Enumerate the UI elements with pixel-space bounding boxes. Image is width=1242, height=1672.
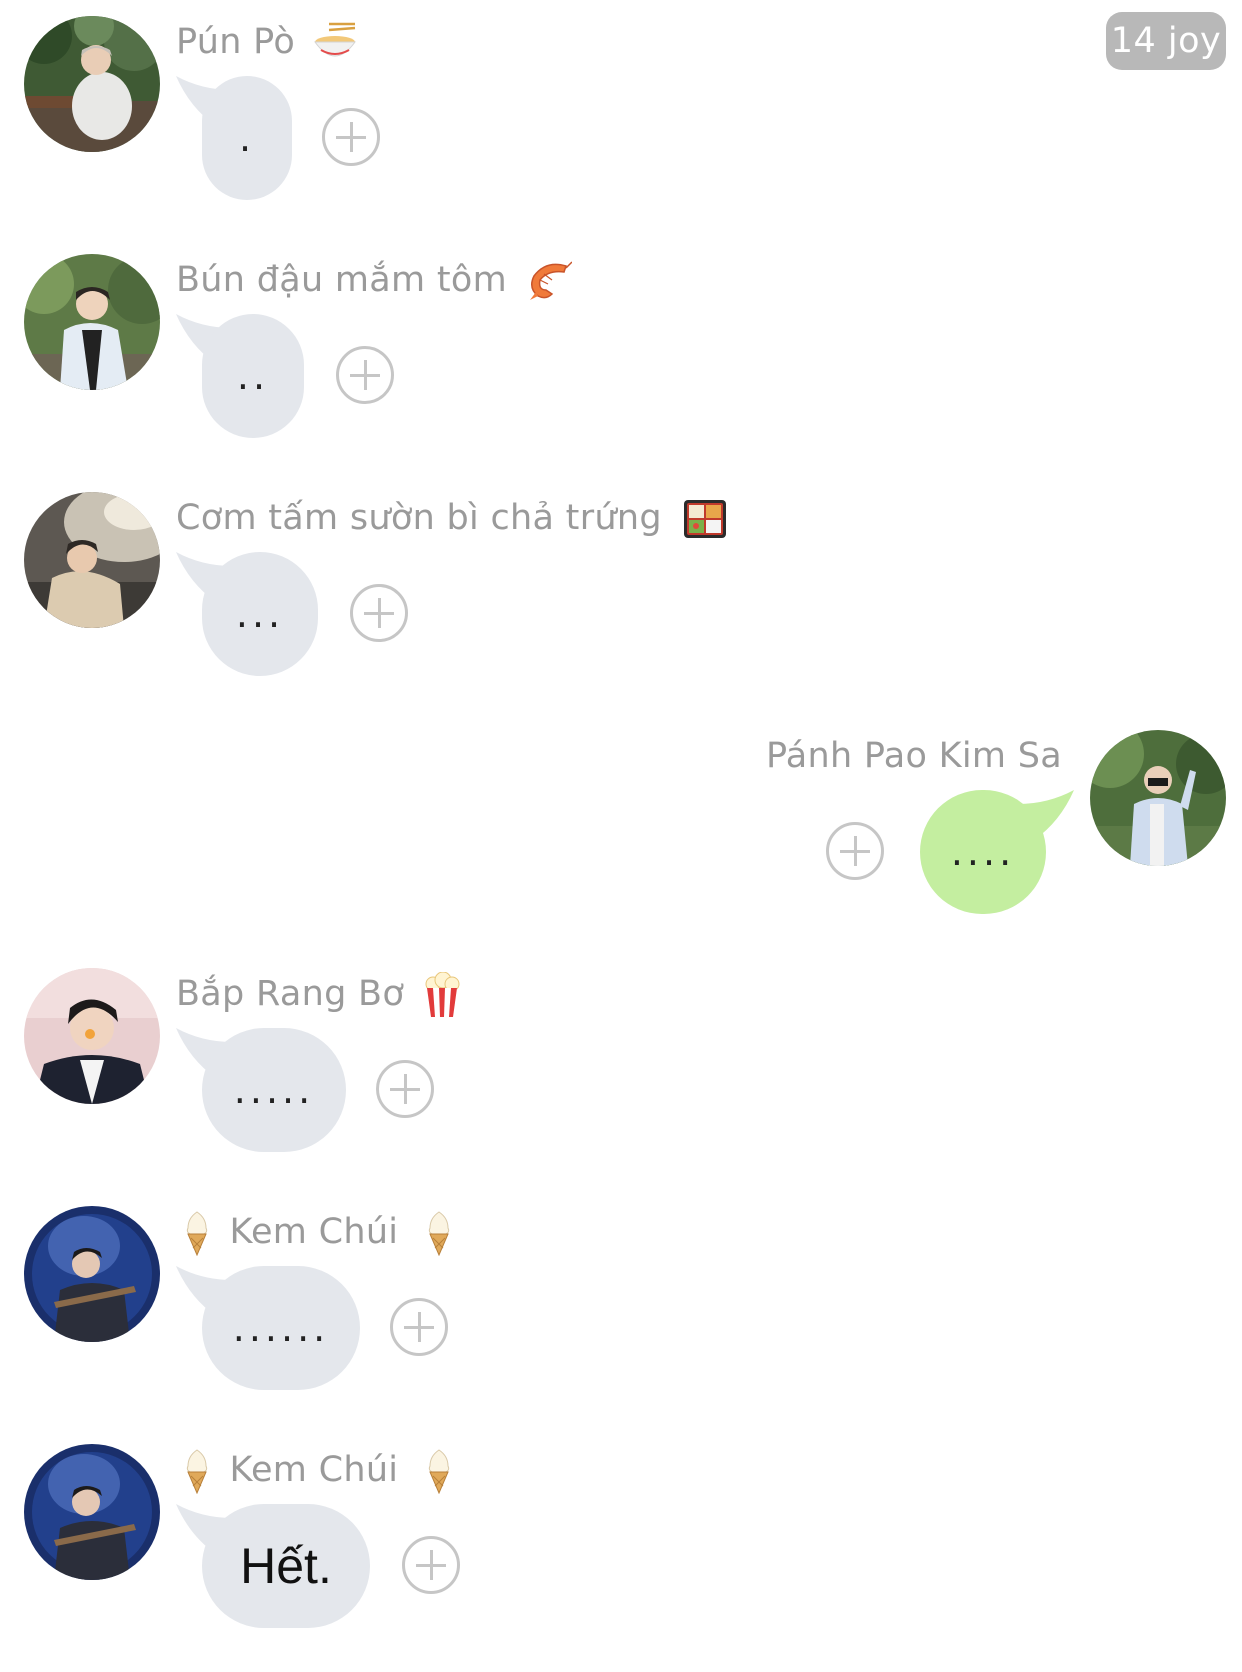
message-text: ...... [202,1266,360,1390]
sender-name: Bắp Rang Bơ [176,968,460,1020]
sender-name: Pún Pò [176,16,357,68]
bento-box-icon [683,498,727,540]
ice-cream-icon [424,1448,454,1494]
avatar[interactable] [1090,730,1226,866]
sender-name-text: Pánh Pao Kim Sa [765,736,1062,776]
chat-message: Kem Chúi Hết. [0,1444,1242,1672]
avatar[interactable] [24,254,160,390]
avatar[interactable] [24,968,160,1104]
add-reaction-button[interactable] [390,1298,448,1356]
message-bubble[interactable]: ... [176,552,320,676]
ice-cream-icon [182,1210,212,1256]
chat-message: Bắp Rang Bơ ..... [0,968,1242,1196]
message-text: ... [202,552,318,676]
message-text: . [202,76,292,200]
popcorn-icon [424,972,460,1018]
sender-name-text: Kem Chúi [229,1212,399,1252]
sender-name: Pánh Pao Kim Sa [766,730,1062,782]
avatar[interactable] [24,1206,160,1342]
avatar[interactable] [24,16,160,152]
message-bubble[interactable]: Hết. [176,1504,372,1628]
add-reaction-button[interactable] [350,584,408,642]
message-text: .. [202,314,304,438]
ice-cream-icon [182,1448,212,1494]
chat-message: Kem Chúi ...... [0,1206,1242,1434]
shrimp-icon [526,260,573,302]
add-reaction-button[interactable] [322,108,380,166]
add-reaction-button[interactable] [826,822,884,880]
message-bubble[interactable]: .. [176,314,308,438]
sender-name-text: Bắp Rang Bơ [176,974,405,1014]
sender-name: Kem Chúi [182,1206,454,1258]
message-text: ..... [202,1028,346,1152]
chat-message-own: Pánh Pao Kim Sa .... [0,730,1242,958]
chat-message: Pún Pò . [0,16,1242,244]
sender-name-text: Pún Pò [176,22,296,62]
sender-name-text: Kem Chúi [229,1450,399,1490]
sender-name: Cơm tấm sườn bì chả trứng [176,492,727,544]
add-reaction-button[interactable] [336,346,394,404]
sender-name-text: Bún đậu mắm tôm [176,260,507,300]
message-bubble[interactable]: . [176,76,296,200]
add-reaction-button[interactable] [402,1536,460,1594]
message-text: Hết. [202,1504,370,1628]
message-bubble[interactable]: ...... [176,1266,360,1390]
avatar[interactable] [24,1444,160,1580]
sender-name: Bún đậu mắm tôm [176,254,573,306]
message-bubble[interactable]: ..... [176,1028,346,1152]
add-reaction-button[interactable] [376,1060,434,1118]
ramen-bowl-icon [313,22,357,64]
ice-cream-icon [424,1210,454,1256]
avatar[interactable] [24,492,160,628]
message-text: .... [920,790,1046,914]
chat-message: Cơm tấm sườn bì chả trứng ... [0,492,1242,720]
message-bubble[interactable]: .... [918,790,1074,914]
sender-name-text: Cơm tấm sườn bì chả trứng [176,498,662,538]
chat-message: Bún đậu mắm tôm .. [0,254,1242,482]
sender-name: Kem Chúi [182,1444,454,1496]
